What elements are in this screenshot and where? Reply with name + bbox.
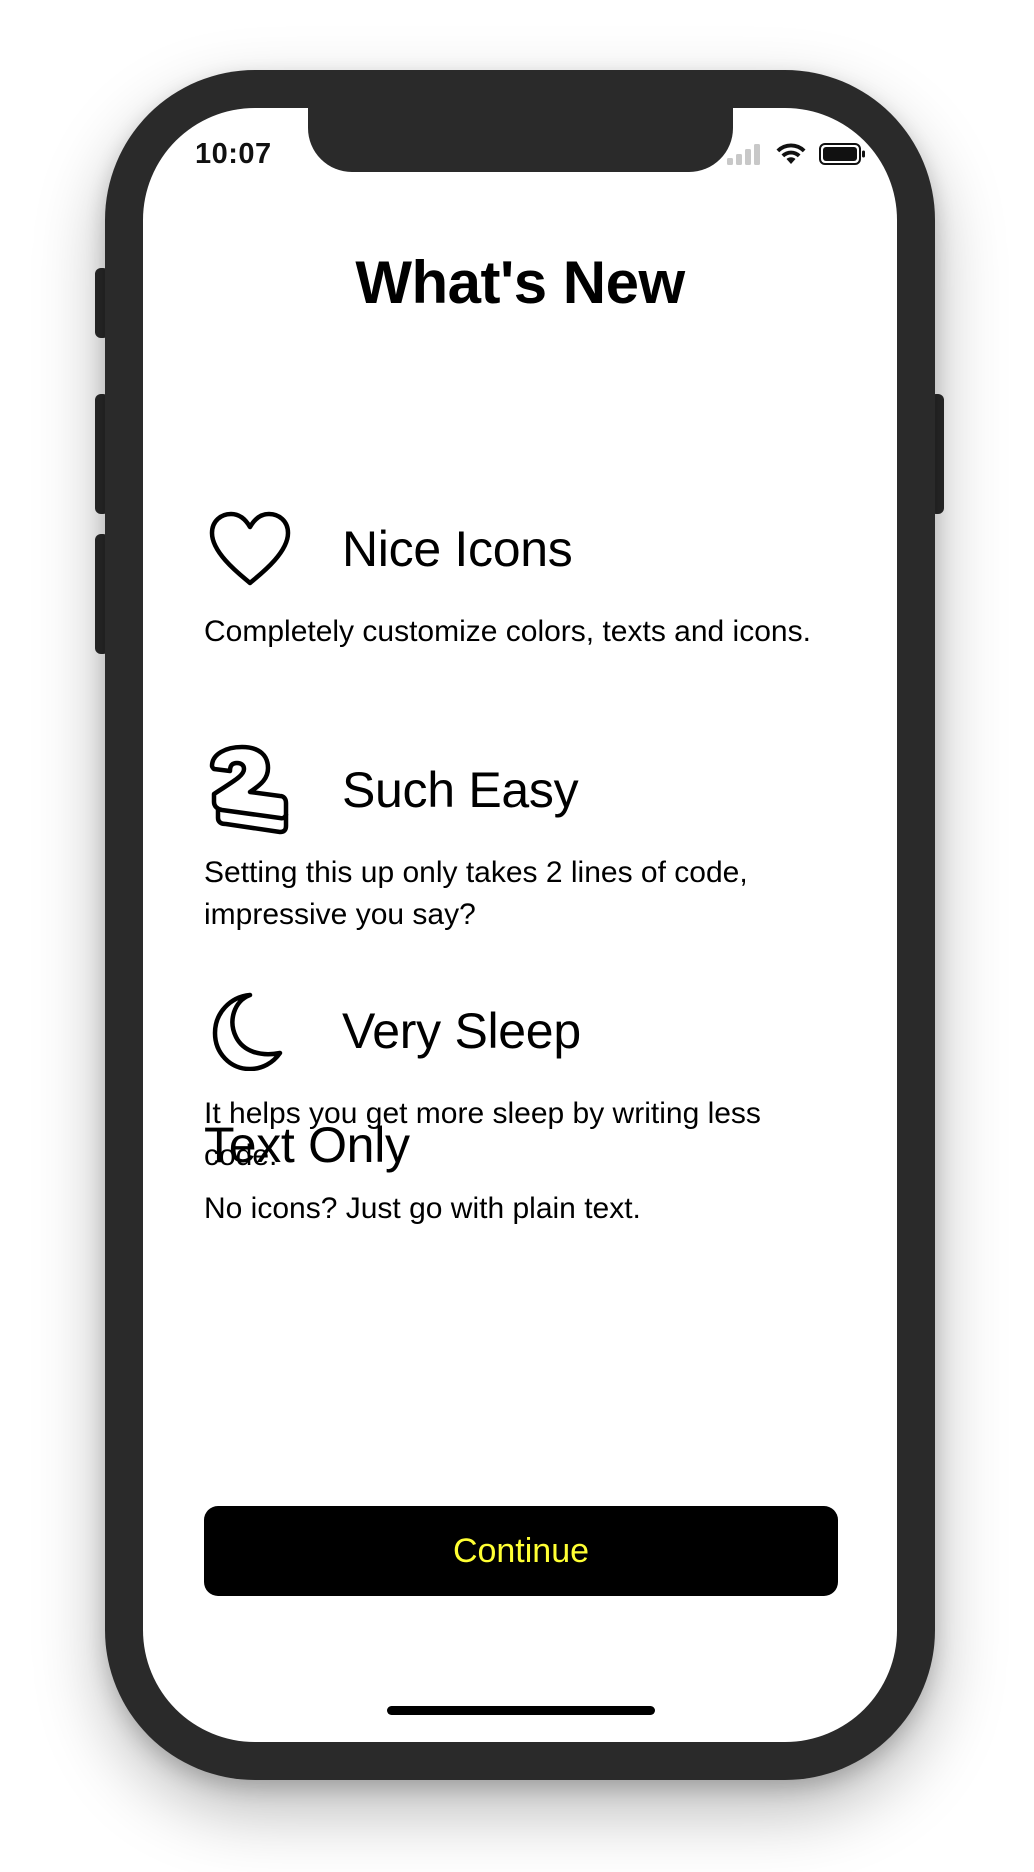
feature-item: Text Only No icons? Just go with plain t…	[204, 1110, 824, 1230]
battery-icon	[819, 142, 867, 171]
feature-header: Such Easy	[204, 740, 824, 840]
feature-description: Completely customize colors, texts and i…	[204, 615, 811, 648]
moon-icon	[204, 985, 296, 1077]
home-indicator[interactable]	[387, 1706, 655, 1715]
feature-item: Such Easy Setting this up only takes 2 l…	[204, 740, 824, 936]
feature-title: Very Sleep	[342, 1003, 581, 1059]
notch	[308, 108, 733, 172]
feature-title: Such Easy	[342, 762, 579, 818]
stage: 10:07 What's New Nice Icons Completely c…	[0, 0, 1034, 1872]
wifi-icon	[775, 142, 807, 171]
feature-description: No icons? Just go with plain text.	[204, 1192, 641, 1225]
feature-title: Text Only	[204, 1117, 410, 1173]
heart-icon	[204, 503, 296, 595]
feature-header: Very Sleep	[204, 981, 824, 1081]
status-time: 10:07	[195, 138, 272, 170]
page-title: What's New	[355, 249, 685, 316]
feature-header: Nice Icons	[204, 499, 824, 599]
feature-title: Nice Icons	[342, 521, 573, 577]
phone-screen: 10:07 What's New Nice Icons Completely c…	[143, 108, 897, 1742]
continue-button[interactable]: Continue	[204, 1506, 838, 1596]
status-icons	[727, 142, 867, 171]
cellular-signal-icon	[727, 143, 763, 170]
feature-description: Setting this up only takes 2 lines of co…	[204, 856, 748, 931]
number-two-icon	[204, 744, 296, 836]
feature-item: Nice Icons Completely customize colors, …	[204, 499, 824, 653]
